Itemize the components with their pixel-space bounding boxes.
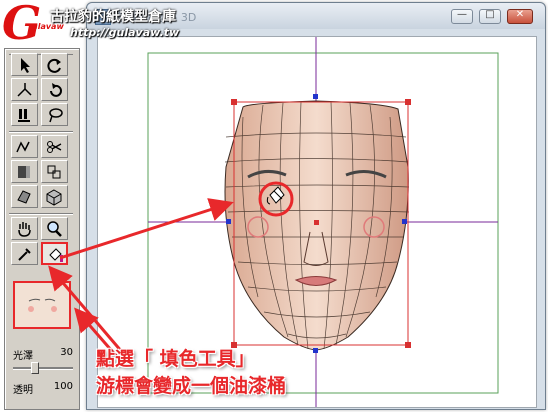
cube-tool[interactable]: [41, 185, 68, 208]
face-model: [224, 100, 410, 351]
face-icon: [17, 190, 31, 204]
zoom-icon: [47, 221, 62, 237]
rotate-tool[interactable]: [41, 53, 68, 76]
select-arrow-icon: [21, 58, 30, 73]
opacity-value: 100: [53, 381, 73, 392]
face-tool[interactable]: [11, 185, 38, 208]
site-url: http://gulavaw.tw: [70, 26, 180, 39]
opacity-label: 透明: [13, 385, 33, 396]
flip-tool[interactable]: [11, 103, 38, 126]
hand-pan-icon: [18, 222, 31, 237]
face-texture-thumbnail: [28, 298, 57, 312]
paint-bucket-tool[interactable]: [41, 242, 68, 265]
gloss-slider-thumb[interactable]: [31, 362, 39, 374]
tool-palette: 光澤 30 透明 100: [4, 48, 80, 410]
paint-bucket-icon: [49, 248, 63, 262]
cube-icon: [46, 189, 62, 206]
annotation-line-2: 游標會變成一個油漆桶: [96, 375, 287, 397]
close-button[interactable]: ✕: [507, 9, 533, 24]
toolbox-separator: [9, 131, 73, 133]
lasso-icon: [49, 108, 63, 123]
eyedropper-icon: [18, 248, 31, 261]
flip-icon: [18, 109, 30, 122]
unfold-tool[interactable]: [11, 160, 38, 183]
hand-tool[interactable]: [11, 217, 38, 240]
gloss-value: 30: [60, 347, 73, 358]
cut-edge-tool[interactable]: [41, 135, 68, 158]
rotate-part-tool[interactable]: [41, 78, 68, 101]
gloss-slider[interactable]: [13, 367, 73, 370]
gloss-label: 光澤: [13, 351, 33, 362]
texture-swatch[interactable]: [13, 281, 71, 329]
join-tool[interactable]: [41, 160, 68, 183]
toolbox-separator: [9, 213, 73, 215]
edge-select-icon: [17, 83, 32, 97]
zoom-tool[interactable]: [41, 217, 68, 240]
path-icon: [16, 141, 30, 153]
annotation-line-1: 點選「 填色工具」: [96, 348, 255, 370]
join-icon: [47, 165, 61, 179]
site-name: 古拉豹的紙模型倉庫: [50, 9, 176, 25]
select-tool[interactable]: [11, 53, 38, 76]
rotate-part-icon: [50, 83, 62, 97]
cut-edge-icon: [47, 141, 62, 153]
eyedropper-tool[interactable]: [11, 242, 38, 265]
unfold-icon: [18, 166, 30, 178]
maximize-button[interactable]: □: [479, 9, 501, 24]
edge-select-tool[interactable]: [11, 78, 38, 101]
path-tool[interactable]: [11, 135, 38, 158]
lasso-tool[interactable]: [41, 103, 68, 126]
rotate-icon: [47, 58, 61, 73]
minimize-button[interactable]: —: [451, 9, 473, 24]
